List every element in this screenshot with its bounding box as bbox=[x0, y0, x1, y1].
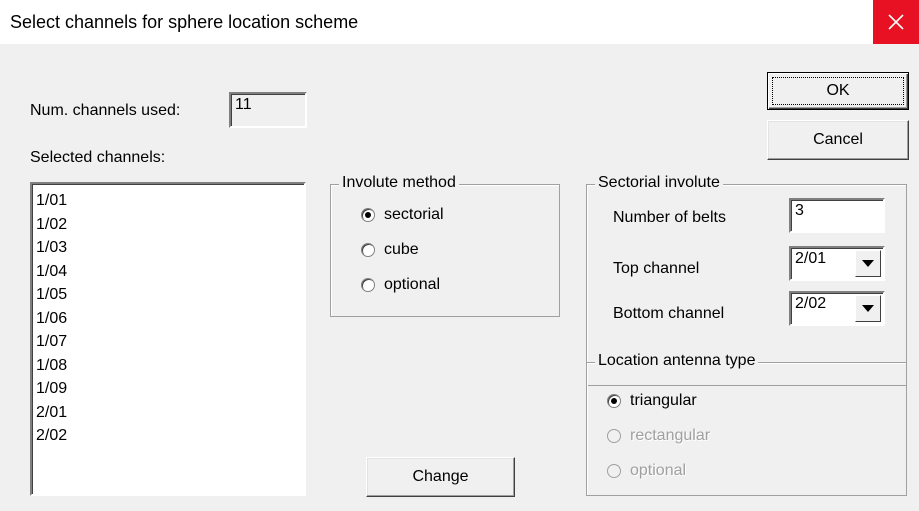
list-item[interactable]: 2/01 bbox=[36, 401, 67, 425]
top-channel-dropdown-button[interactable] bbox=[855, 250, 881, 277]
focus-rect bbox=[772, 77, 904, 105]
close-button[interactable] bbox=[873, 0, 919, 44]
close-icon bbox=[888, 14, 904, 30]
bottom-channel-label: Bottom channel bbox=[613, 305, 725, 322]
ok-button[interactable]: OK bbox=[767, 72, 909, 110]
location-antenna-type-group: Location antenna type triangular rectang… bbox=[586, 352, 907, 496]
radio-sectorial[interactable]: sectorial bbox=[361, 206, 444, 224]
chevron-down-icon bbox=[862, 260, 874, 267]
num-channels-value: 11 bbox=[235, 96, 252, 113]
radio-button[interactable] bbox=[361, 208, 375, 222]
list-item[interactable]: 1/03 bbox=[36, 236, 67, 260]
involute-method-group: Involute method sectorial cube optional bbox=[330, 174, 560, 317]
cancel-button[interactable]: Cancel bbox=[767, 120, 909, 160]
sectorial-involute-title: Sectorial involute bbox=[595, 174, 723, 192]
chevron-down-icon bbox=[862, 305, 874, 312]
change-button[interactable]: Change bbox=[366, 457, 515, 497]
involute-method-title: Involute method bbox=[339, 174, 459, 192]
radio-label: cube bbox=[384, 241, 419, 258]
radio-antenna-optional[interactable]: optional bbox=[607, 462, 686, 480]
num-channels-label: Num. channels used: bbox=[30, 102, 181, 119]
number-of-belts-value: 3 bbox=[795, 202, 804, 219]
bottom-channel-select[interactable]: 2/02 bbox=[789, 291, 885, 326]
selected-channels-label: Selected channels: bbox=[30, 149, 166, 166]
bottom-channel-value: 2/02 bbox=[795, 295, 827, 312]
list-item[interactable]: 2/02 bbox=[36, 424, 67, 448]
radio-button[interactable] bbox=[361, 243, 375, 257]
location-antenna-type-title: Location antenna type bbox=[595, 352, 759, 370]
radio-cube[interactable]: cube bbox=[361, 241, 419, 259]
number-of-belts-input[interactable]: 3 bbox=[789, 198, 885, 233]
list-item[interactable]: 1/08 bbox=[36, 354, 67, 378]
title-bar: Select channels for sphere location sche… bbox=[0, 0, 919, 44]
radio-button[interactable] bbox=[607, 429, 621, 443]
radio-button[interactable] bbox=[607, 394, 621, 408]
list-item[interactable]: 1/06 bbox=[36, 307, 67, 331]
list-item[interactable]: 1/05 bbox=[36, 283, 67, 307]
radio-button[interactable] bbox=[607, 464, 621, 478]
radio-triangular[interactable]: triangular bbox=[607, 392, 697, 410]
channel-list: 1/01 1/02 1/03 1/04 1/05 1/06 1/07 1/08 1/09 2/01… bbox=[36, 189, 67, 448]
radio-label: triangular bbox=[630, 392, 697, 409]
radio-label: optional bbox=[384, 276, 441, 293]
radio-label: sectorial bbox=[384, 206, 444, 223]
radio-label: optional bbox=[630, 462, 687, 479]
selected-channels-listbox[interactable]: 1/01 1/02 1/03 1/04 1/05 1/06 1/07 1/08 1/09 2/01… bbox=[30, 182, 306, 496]
top-channel-select[interactable]: 2/01 bbox=[789, 246, 885, 281]
list-item[interactable]: 1/07 bbox=[36, 330, 67, 354]
list-item[interactable]: 1/04 bbox=[36, 260, 67, 284]
radio-label: rectangular bbox=[630, 427, 711, 444]
radio-button[interactable] bbox=[361, 278, 375, 292]
top-channel-value: 2/01 bbox=[795, 250, 827, 267]
bottom-channel-dropdown-button[interactable] bbox=[855, 295, 881, 322]
number-of-belts-label: Number of belts bbox=[613, 209, 726, 226]
top-channel-label: Top channel bbox=[613, 260, 700, 277]
list-item[interactable]: 1/02 bbox=[36, 213, 67, 237]
num-channels-field: 11 bbox=[229, 92, 307, 128]
dialog-body: Num. channels used: 11 Selected channels… bbox=[0, 44, 919, 511]
radio-rectangular[interactable]: rectangular bbox=[607, 427, 710, 445]
list-item[interactable]: 1/09 bbox=[36, 377, 67, 401]
list-item[interactable]: 1/01 bbox=[36, 189, 67, 213]
radio-optional[interactable]: optional bbox=[361, 276, 440, 294]
window-title: Select channels for sphere location sche… bbox=[10, 12, 359, 32]
